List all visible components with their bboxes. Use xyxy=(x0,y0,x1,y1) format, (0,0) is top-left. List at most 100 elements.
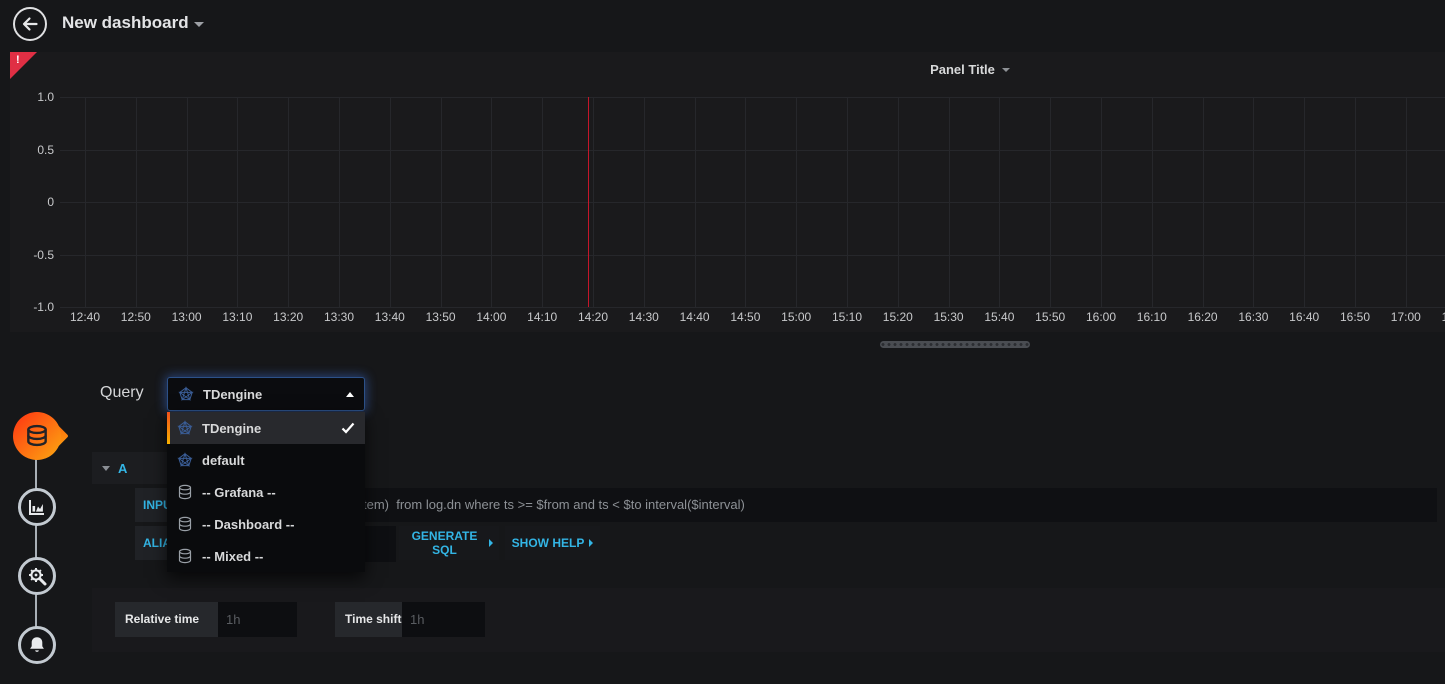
datasource-option-label: -- Dashboard -- xyxy=(202,517,294,532)
plot-area[interactable] xyxy=(60,97,1445,307)
gridline-vertical xyxy=(898,97,899,307)
x-tick-label: 16:20 xyxy=(1188,310,1218,324)
relative-time-input[interactable] xyxy=(218,602,297,637)
generate-sql-button[interactable]: GENERATE SQL xyxy=(399,526,499,560)
y-tick-label: 1.0 xyxy=(37,90,54,104)
database-icon xyxy=(177,516,193,532)
error-icon: ! xyxy=(16,54,20,66)
generate-sql-label: GENERATE SQL xyxy=(405,529,484,557)
chevron-down-icon xyxy=(1002,68,1010,72)
x-tick-label: 13:00 xyxy=(172,310,202,324)
x-tick-label: 12:50 xyxy=(121,310,151,324)
tdengine-logo-icon xyxy=(178,386,194,402)
gridline-vertical xyxy=(237,97,238,307)
gear-wrench-icon xyxy=(26,565,48,587)
back-button[interactable] xyxy=(13,7,47,41)
datasource-option-label: -- Mixed -- xyxy=(202,549,263,564)
time-shift-label: Time shift xyxy=(335,602,402,637)
database-icon xyxy=(177,548,193,564)
x-tick-label: 13:30 xyxy=(324,310,354,324)
gridline-vertical xyxy=(847,97,848,307)
input-sql-value: tem) from log.dn where ts >= $from and t… xyxy=(363,497,745,512)
database-icon xyxy=(24,423,50,449)
database-icon xyxy=(177,484,193,500)
datasource-option-grafana[interactable]: -- Grafana -- xyxy=(167,476,365,508)
gridline-vertical xyxy=(1355,97,1356,307)
x-tick-label: 13:50 xyxy=(426,310,456,324)
gridline-vertical xyxy=(542,97,543,307)
x-tick-label: 15:50 xyxy=(1035,310,1065,324)
x-tick-label: 13:40 xyxy=(375,310,405,324)
datasource-option-mixed[interactable]: -- Mixed -- xyxy=(167,540,365,572)
x-tick-label: 16:10 xyxy=(1137,310,1167,324)
datasource-option-dashboard[interactable]: -- Dashboard -- xyxy=(167,508,365,540)
graph-icon xyxy=(27,497,47,517)
chevron-down-icon[interactable] xyxy=(194,22,204,27)
x-tick-label: 15:10 xyxy=(832,310,862,324)
tab-general-settings[interactable] xyxy=(18,557,56,595)
datasource-option-label: default xyxy=(202,453,245,468)
gridline-vertical xyxy=(390,97,391,307)
gridline-vertical xyxy=(1253,97,1254,307)
gridline-vertical xyxy=(136,97,137,307)
x-tick-label: 16:00 xyxy=(1086,310,1116,324)
gridline-vertical xyxy=(441,97,442,307)
y-tick-label: -1.0 xyxy=(33,300,54,314)
gridline-vertical xyxy=(796,97,797,307)
show-help-button[interactable]: SHOW HELP xyxy=(505,526,600,560)
y-tick-label: -0.5 xyxy=(33,248,54,262)
graph-panel: ! Panel Title 1.00.50-0.5-1.0 12:40 12:50… xyxy=(10,52,1445,332)
datasource-option-label: TDengine xyxy=(202,421,261,436)
x-tick-label: 15:20 xyxy=(883,310,913,324)
triangle-right-icon xyxy=(489,539,493,547)
tab-connector-line xyxy=(35,437,37,645)
gridline-horizontal xyxy=(60,97,1445,98)
x-tick-label: 16:40 xyxy=(1289,310,1319,324)
gridline-vertical xyxy=(1406,97,1407,307)
x-tick-label: 14:40 xyxy=(680,310,710,324)
dashboard-title[interactable]: New dashboard xyxy=(62,13,189,33)
active-tab-circle xyxy=(13,412,61,460)
datasource-option-tdengine[interactable]: TDengine xyxy=(167,412,365,444)
gridline-horizontal xyxy=(60,307,1445,308)
gridline-horizontal xyxy=(60,255,1445,256)
datasource-select[interactable]: TDengine xyxy=(167,377,365,411)
x-tick-label: 16:30 xyxy=(1238,310,1268,324)
gridline-vertical xyxy=(288,97,289,307)
gridline-vertical xyxy=(1050,97,1051,307)
tab-visualization[interactable] xyxy=(18,488,56,526)
bell-icon xyxy=(27,635,47,655)
datasource-option-label: -- Grafana -- xyxy=(202,485,276,500)
tab-alert[interactable] xyxy=(18,626,56,664)
datasource-option-default[interactable]: default xyxy=(167,444,365,476)
panel-title-menu[interactable]: Panel Title xyxy=(880,59,1060,79)
x-axis-labels: 12:4012:5013:0013:1013:2013:3013:4013:50… xyxy=(60,310,1445,328)
x-tick-label: 12:40 xyxy=(70,310,100,324)
panel-title: Panel Title xyxy=(930,62,995,77)
gridline-vertical xyxy=(339,97,340,307)
show-help-label: SHOW HELP xyxy=(512,536,585,550)
query-section-label: Query xyxy=(100,384,144,402)
gridline-vertical xyxy=(1152,97,1153,307)
x-tick-label: 14:10 xyxy=(527,310,557,324)
gridline-vertical xyxy=(1101,97,1102,307)
gridline-vertical xyxy=(85,97,86,307)
panel-error-corner[interactable]: ! xyxy=(10,52,37,79)
y-axis-labels: 1.00.50-0.5-1.0 xyxy=(12,97,54,307)
tab-queries[interactable] xyxy=(13,412,73,462)
time-shift-input[interactable] xyxy=(402,602,485,637)
datasource-select-value: TDengine xyxy=(203,387,262,402)
x-tick-label: 14:00 xyxy=(476,310,506,324)
x-tick-label: 15:40 xyxy=(984,310,1014,324)
triangle-right-icon xyxy=(589,539,593,547)
input-sql-field[interactable]: tem) from log.dn where ts >= $from and t… xyxy=(213,488,1437,522)
gridline-vertical xyxy=(745,97,746,307)
check-icon xyxy=(341,422,355,434)
x-tick-label: 14:20 xyxy=(578,310,608,324)
x-tick-label: 15:00 xyxy=(781,310,811,324)
query-row-letter: A xyxy=(118,461,127,476)
horizontal-scrollbar-thumb[interactable] xyxy=(880,341,1030,348)
gridline-horizontal xyxy=(60,150,1445,151)
chevron-down-icon xyxy=(102,466,110,471)
x-tick-label: 13:20 xyxy=(273,310,303,324)
